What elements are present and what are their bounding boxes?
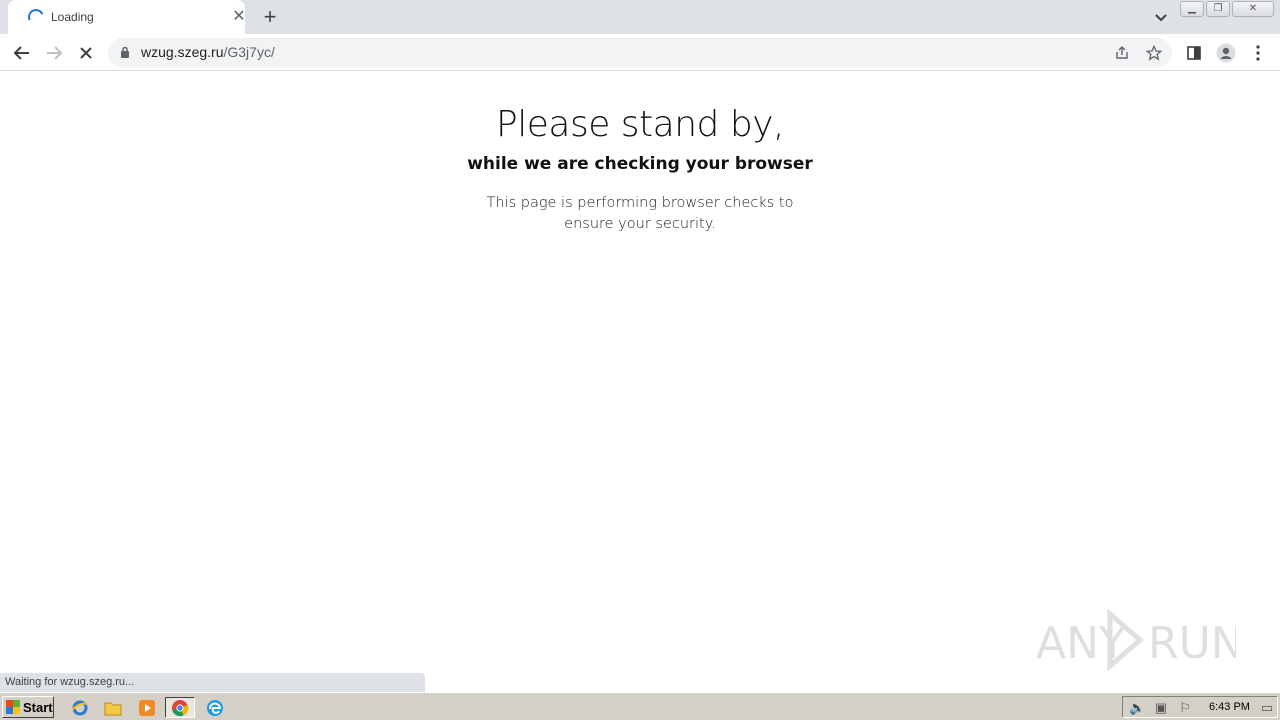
anyrun-watermark-logo: ANY RUN [1036, 608, 1236, 672]
address-bar[interactable]: wzug.szeg.ru/G3j7yc/ [108, 38, 1172, 67]
side-panel-icon [1187, 46, 1201, 60]
action-center-flag-icon[interactable]: ⚐ [1177, 700, 1193, 716]
profile-button[interactable] [1212, 39, 1240, 67]
volume-icon[interactable]: 🔈 [1129, 700, 1145, 716]
windows-flag-icon [6, 700, 20, 714]
file-explorer-icon[interactable] [102, 697, 124, 718]
forward-button[interactable] [40, 39, 68, 67]
chrome-icon [172, 699, 189, 716]
stop-loading-button[interactable] [72, 39, 100, 67]
page-subtitle: while we are checking your browser [467, 154, 813, 174]
media-player-icon[interactable] [136, 697, 158, 718]
tab-search-chevron-icon[interactable] [1150, 6, 1172, 28]
minimize-button[interactable]: ▁ [1180, 1, 1204, 17]
stop-x-icon [80, 47, 92, 59]
new-tab-button[interactable]: + [258, 5, 282, 29]
loading-spinner-icon [25, 6, 47, 28]
forward-arrow-icon [47, 46, 63, 60]
tab-title: Loading [51, 10, 94, 24]
avatar-icon [1216, 43, 1236, 63]
page-content: Please stand by, while we are checking y… [0, 72, 1280, 692]
system-tray: 🔈 ▣ ⚐ 6:43 PM ▭ [1122, 696, 1278, 718]
taskbar: Start 🔈 ▣ ⚐ 6:43 PM ▭ [0, 692, 1280, 720]
status-bubble: Waiting for wzug.szeg.ru... [0, 673, 425, 692]
edge-icon[interactable] [204, 697, 226, 718]
watermark-text-right: RUN [1148, 618, 1236, 669]
tab-active[interactable]: Loading ✕ [8, 0, 248, 34]
internet-explorer-icon[interactable] [69, 697, 91, 718]
url-text[interactable]: wzug.szeg.ru/G3j7yc/ [141, 44, 275, 60]
show-desktop-icon[interactable]: ▭ [1259, 700, 1275, 716]
url-host: wzug.szeg.ru [141, 44, 224, 60]
kebab-menu-icon [1256, 45, 1260, 61]
page-title: Please stand by, [496, 104, 784, 145]
clock[interactable]: 6:43 PM [1209, 701, 1250, 713]
tab-strip: Loading ✕ + ▁ ❐ ✕ [0, 0, 1280, 34]
tab-close-icon[interactable]: ✕ [230, 8, 248, 26]
browser-toolbar: wzug.szeg.ru/G3j7yc/ [0, 34, 1280, 71]
bookmark-star-icon[interactable] [1143, 42, 1165, 64]
lock-icon[interactable] [120, 46, 130, 59]
start-button[interactable]: Start [2, 696, 54, 718]
url-path: /G3j7yc/ [223, 44, 275, 60]
side-panel-button[interactable] [1180, 39, 1208, 67]
restore-button[interactable]: ❐ [1206, 1, 1230, 17]
menu-button[interactable] [1244, 39, 1272, 67]
back-arrow-icon [13, 46, 29, 60]
share-icon[interactable] [1111, 42, 1133, 64]
back-button[interactable] [8, 39, 36, 67]
start-label: Start [23, 699, 53, 715]
network-icon[interactable]: ▣ [1153, 700, 1169, 716]
page-description: This page is performing browser checks t… [486, 195, 794, 232]
chrome-taskbar-button[interactable] [165, 697, 195, 718]
window-controls: ▁ ❐ ✕ [1180, 1, 1274, 19]
close-window-button[interactable]: ✕ [1232, 1, 1274, 17]
